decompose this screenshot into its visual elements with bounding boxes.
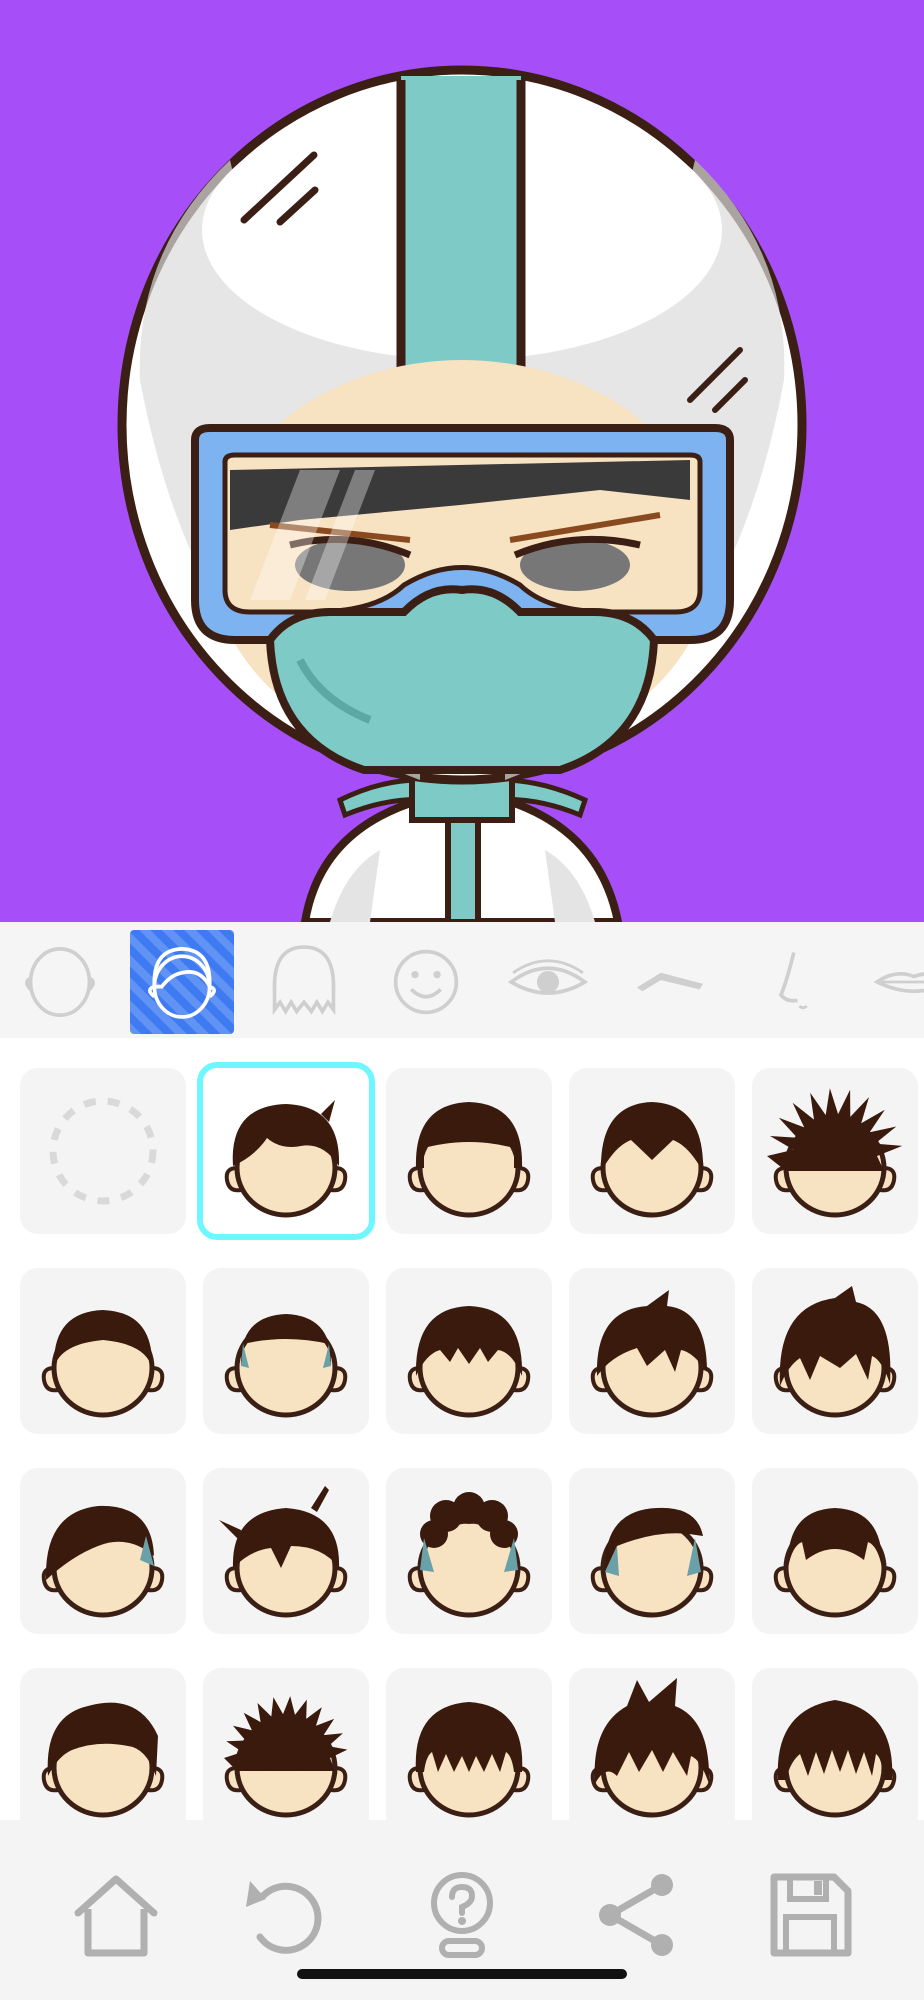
- hair-style-icon: [407, 1702, 531, 1818]
- hair-style-icon: [219, 1486, 348, 1618]
- hair-style-icon: [773, 1700, 897, 1818]
- hair-style-icon: [407, 1306, 531, 1418]
- hair-style-icon: [590, 1507, 714, 1618]
- empty-option-icon: [49, 1097, 157, 1205]
- hair-option-curly-top[interactable]: [386, 1468, 552, 1634]
- lips-icon: [873, 971, 924, 993]
- hair-option-none[interactable]: [20, 1068, 186, 1234]
- hair-style-icon: [773, 1286, 897, 1418]
- save-button[interactable]: [750, 1860, 870, 1970]
- tab-expression[interactable]: [374, 930, 478, 1034]
- home-button[interactable]: [56, 1860, 176, 1970]
- eyebrow-icon: [636, 972, 704, 992]
- hair-option-messy-spikes[interactable]: [203, 1668, 369, 1820]
- hair-options-grid: [0, 1038, 924, 1820]
- hair-style-icon: [41, 1702, 165, 1818]
- tab-hair[interactable]: [130, 930, 234, 1034]
- smiley-icon: [393, 949, 459, 1015]
- hair-style-icon: [590, 1290, 714, 1418]
- hair-option-spiky-wild[interactable]: [752, 1068, 918, 1234]
- hair-style-icon: [224, 1314, 348, 1418]
- save-icon: [770, 1873, 852, 1957]
- hint-icon: [431, 1872, 493, 1958]
- hair-option-bowl[interactable]: [386, 1068, 552, 1234]
- hair-option-side-sweep[interactable]: [20, 1468, 186, 1634]
- hair-outline-icon: [148, 947, 216, 1019]
- tab-back-hair[interactable]: [252, 930, 356, 1034]
- hair-option-buzz[interactable]: [20, 1268, 186, 1434]
- hair-style-icon: [767, 1088, 903, 1218]
- hair-option-tousled[interactable]: [569, 1268, 735, 1434]
- hair-option-swoop[interactable]: [197, 1062, 375, 1240]
- share-button[interactable]: [578, 1860, 698, 1970]
- face-outline-icon: [25, 947, 95, 1017]
- share-icon: [599, 1874, 673, 1956]
- avatar-canvas: [0, 0, 924, 922]
- category-tab-bar: [0, 922, 924, 1039]
- hair-option-center-part[interactable]: [569, 1068, 735, 1234]
- hair-style-icon: [224, 1100, 348, 1218]
- eye-icon: [507, 959, 589, 995]
- hair-style-icon: [41, 1310, 165, 1418]
- hint-button[interactable]: [402, 1860, 522, 1970]
- hair-style-icon: [224, 1696, 348, 1818]
- home-indicator: [297, 1969, 627, 1979]
- hair-style-icon: [41, 1505, 165, 1618]
- nose-icon: [778, 952, 808, 1010]
- hair-option-quiff[interactable]: [20, 1668, 186, 1820]
- hair-style-icon: [407, 1102, 531, 1218]
- hair-option-topknot[interactable]: [203, 1468, 369, 1634]
- hair-option-short-crop[interactable]: [203, 1268, 369, 1434]
- hair-option-crew[interactable]: [752, 1468, 918, 1634]
- hair-option-undercut[interactable]: [569, 1468, 735, 1634]
- tab-mouth[interactable]: [862, 930, 924, 1034]
- tab-face-shape[interactable]: [8, 930, 112, 1034]
- hair-option-long-textured[interactable]: [752, 1668, 918, 1820]
- tab-eyebrows[interactable]: [618, 930, 722, 1034]
- hair-style-icon: [773, 1508, 897, 1618]
- hair-style-icon: [407, 1492, 531, 1618]
- undo-icon: [246, 1881, 322, 1954]
- tab-eyes[interactable]: [496, 930, 600, 1034]
- hair-option-tall-spikes[interactable]: [569, 1668, 735, 1820]
- tab-nose[interactable]: [740, 930, 844, 1034]
- hair-option-straight-bangs[interactable]: [386, 1668, 552, 1820]
- hair-option-shag[interactable]: [752, 1268, 918, 1434]
- hair-style-icon: [590, 1102, 714, 1218]
- hair-style-icon: [590, 1678, 714, 1818]
- home-icon: [74, 1875, 158, 1957]
- undo-button[interactable]: [226, 1860, 346, 1970]
- hair-option-fringe[interactable]: [386, 1268, 552, 1434]
- back-hair-icon: [272, 945, 336, 1016]
- face-mask-icon: [265, 585, 659, 774]
